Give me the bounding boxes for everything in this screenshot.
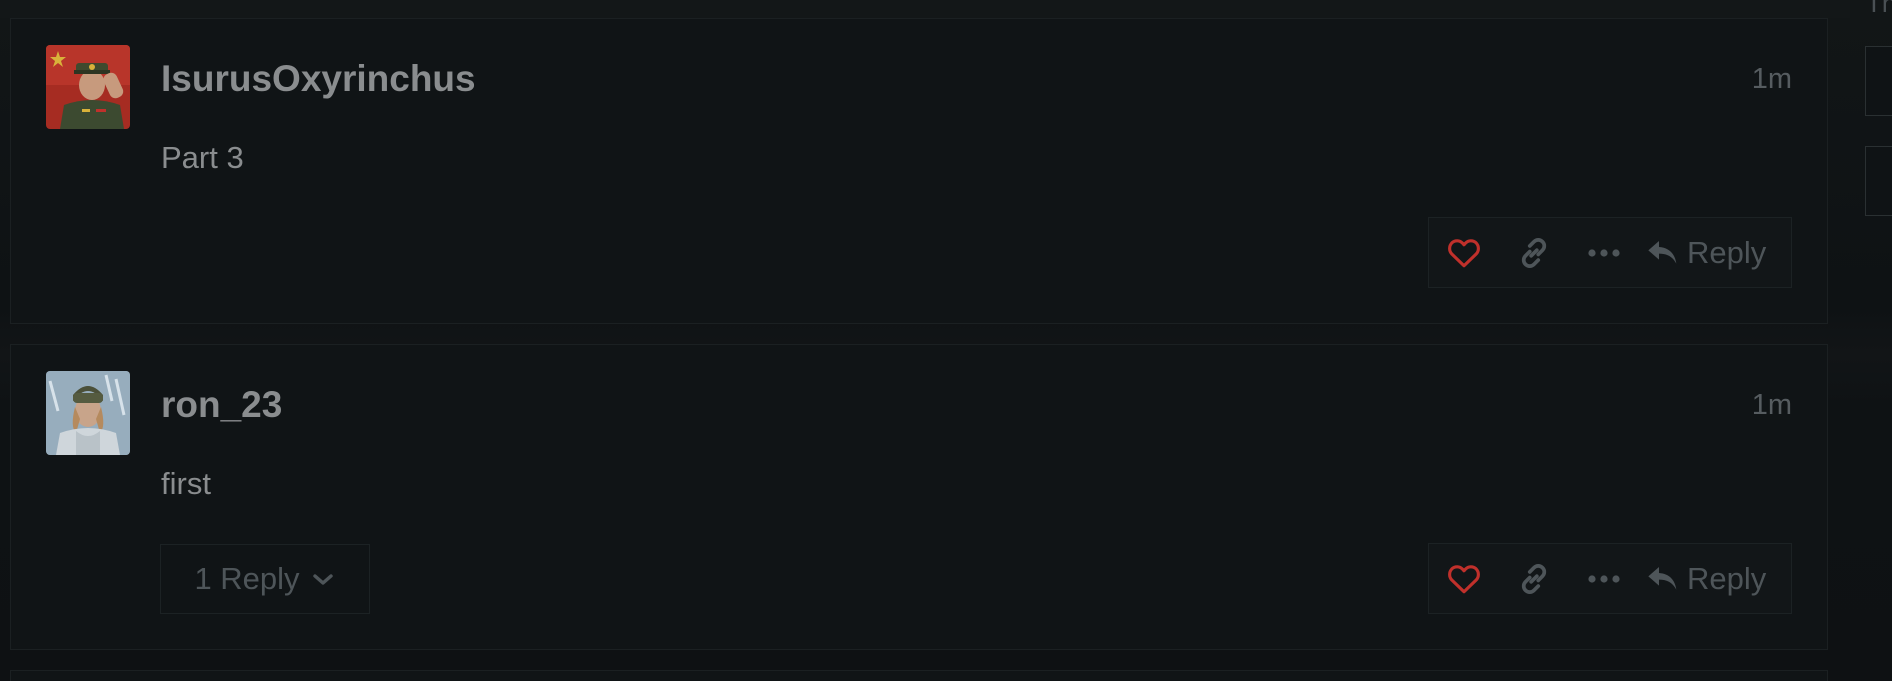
comment-post: ron_23 1m first 1 Reply Reply <box>10 344 1828 650</box>
post-body: Part 3 <box>161 140 244 175</box>
previous-content-edge <box>0 0 1850 18</box>
heart-icon <box>1448 564 1480 593</box>
sidebar-widget[interactable] <box>1865 46 1892 116</box>
reply-icon <box>1648 566 1677 590</box>
link-icon <box>1521 563 1547 594</box>
avatar[interactable] <box>46 371 130 455</box>
username[interactable]: ron_23 <box>161 384 282 426</box>
heart-icon <box>1448 238 1480 267</box>
reply-label: Reply <box>1687 560 1767 596</box>
username[interactable]: IsurusOxyrinchus <box>161 58 476 100</box>
more-options-button[interactable] <box>1569 544 1639 613</box>
reply-button[interactable]: Reply <box>1639 544 1791 613</box>
reply-label: Reply <box>1687 234 1767 270</box>
post-actions: Reply <box>1428 217 1792 288</box>
like-button[interactable] <box>1429 218 1499 287</box>
share-link-button[interactable] <box>1499 218 1569 287</box>
show-replies-button[interactable]: 1 Reply <box>160 544 370 614</box>
reply-icon <box>1648 240 1677 264</box>
next-comment-edge <box>10 670 1828 681</box>
reply-button[interactable]: Reply <box>1639 218 1791 287</box>
timestamp[interactable]: 1m <box>1752 63 1792 96</box>
post-body: first <box>161 466 211 501</box>
sidebar-heading: Th <box>1866 0 1892 18</box>
more-icon <box>1588 248 1620 257</box>
more-icon <box>1588 574 1620 583</box>
page: IsurusOxyrinchus 1m Part 3 Reply ron_23 … <box>0 0 1892 681</box>
chevron-down-icon <box>312 574 333 585</box>
comment-post: IsurusOxyrinchus 1m Part 3 Reply <box>10 18 1828 324</box>
post-actions: Reply <box>1428 543 1792 614</box>
timestamp[interactable]: 1m <box>1752 389 1792 422</box>
like-button[interactable] <box>1429 544 1499 613</box>
sidebar-widget[interactable] <box>1865 146 1892 216</box>
replies-count-label: 1 Reply <box>194 561 300 596</box>
avatar[interactable] <box>46 45 130 129</box>
share-link-button[interactable] <box>1499 544 1569 613</box>
more-options-button[interactable] <box>1569 218 1639 287</box>
link-icon <box>1521 237 1547 268</box>
